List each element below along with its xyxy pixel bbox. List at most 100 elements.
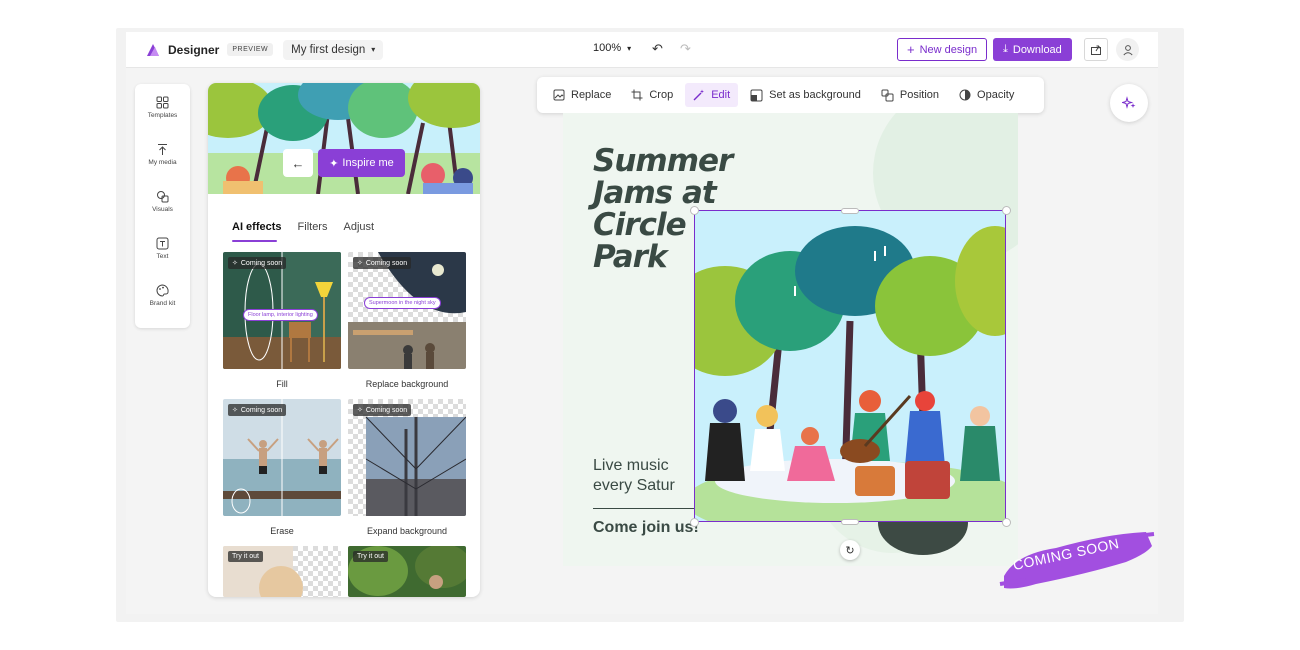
rail-label: Brand kit — [149, 300, 176, 307]
effect-thumbnail: ✧ Coming soon Supermoon in the night sky — [348, 252, 466, 369]
effect-card-replace-background[interactable]: ✧ Coming soon Supermoon in the night sky … — [348, 252, 466, 389]
rail-label: Text — [156, 253, 169, 260]
sparkle-icon: ✧ — [357, 260, 363, 267]
tool-label: Set as background — [769, 89, 861, 101]
coming-soon-badge: ✧ Coming soon — [353, 404, 412, 416]
sparkle-icon: ✦ — [329, 157, 339, 170]
inspire-me-button[interactable]: ✦ Inspire me — [318, 149, 405, 177]
rail-label: Templates — [147, 112, 178, 119]
hero-illustration — [208, 83, 480, 194]
tool-label: Crop — [649, 89, 674, 101]
preview-badge: PREVIEW — [227, 43, 274, 56]
sparkle-icon — [1122, 96, 1136, 109]
tool-label: Position — [899, 89, 940, 101]
redo-icon[interactable]: ↷ — [680, 41, 691, 57]
effect-caption: Fill — [276, 379, 288, 389]
rail-item-my-media[interactable]: My media — [135, 143, 190, 166]
resize-handle-bottom-left[interactable] — [690, 518, 699, 527]
zoom-dropdown[interactable]: 100% ▾ — [593, 42, 631, 54]
resize-handle-bottom[interactable] — [841, 519, 859, 525]
resize-handle-top[interactable] — [841, 208, 859, 214]
share-icon — [1091, 45, 1101, 55]
shapes-icon — [157, 191, 169, 203]
description-line: every Satur — [593, 477, 675, 494]
prompt-tip: Supermoon in the night sky — [364, 297, 441, 309]
arrow-left-icon: ← — [291, 155, 305, 171]
effect-card-erase[interactable]: ✧ Coming soon Erase — [223, 399, 341, 536]
designer-app: Designer PREVIEW My first design ▾ 100% … — [126, 32, 1158, 614]
coming-soon-badge: ✧ Coming soon — [228, 257, 287, 269]
badge-label: Coming soon — [365, 259, 408, 267]
resize-handle-top-right[interactable] — [1002, 206, 1011, 215]
prompt-tip: Floor lamp, interior lighting — [243, 309, 318, 321]
new-design-button[interactable]: + New design — [897, 38, 988, 61]
image-context-toolbar: Replace Crop Edit Set as background Posi… — [537, 77, 1044, 113]
badge-label: Coming soon — [240, 259, 283, 267]
rail-item-visuals[interactable]: Visuals — [135, 190, 190, 213]
ai-effects-panel: ← ✦ Inspire me AI effects Filters Adjust — [208, 83, 480, 597]
share-button[interactable] — [1084, 38, 1108, 61]
try-it-out-badge: Try it out — [228, 551, 263, 562]
rail-item-text[interactable]: Text — [135, 237, 190, 260]
opacity-icon — [959, 89, 971, 101]
coming-soon-stamp: COMING SOON — [996, 524, 1156, 594]
account-button[interactable] — [1116, 38, 1139, 61]
crop-tool[interactable]: Crop — [623, 83, 681, 107]
tool-label: Replace — [571, 89, 612, 101]
magic-wand-icon — [693, 89, 705, 101]
effect-card-try-2[interactable]: Try it out — [348, 546, 466, 597]
effect-thumbnail: ✧ Coming soon Floor lamp, interior lighti… — [223, 252, 341, 369]
rail-item-templates[interactable]: Templates — [135, 96, 190, 119]
tab-ai-effects[interactable]: AI effects — [232, 221, 282, 233]
download-label: Download — [1012, 43, 1062, 56]
templates-icon — [156, 96, 169, 109]
download-button[interactable]: ⤓ Download — [993, 38, 1072, 61]
undo-icon[interactable]: ↶ — [652, 41, 663, 57]
effect-caption: Expand background — [366, 526, 448, 536]
badge-label: Try it out — [357, 553, 384, 560]
headline-line: Summer — [593, 143, 733, 179]
rail-label: My media — [148, 159, 177, 166]
selected-image-picnic[interactable] — [694, 210, 1006, 522]
sparkle-icon: ✧ — [357, 407, 363, 414]
position-tool[interactable]: Position — [873, 83, 947, 107]
call-to-action[interactable]: Come join us! — [593, 519, 699, 537]
text-icon — [156, 237, 169, 250]
effect-caption: Replace background — [365, 379, 449, 389]
effect-card-try-1[interactable]: Try it out — [223, 546, 341, 597]
download-icon: ⤓ — [1003, 43, 1008, 55]
effect-thumbnail: Try it out — [223, 546, 341, 597]
tool-label: Edit — [711, 89, 731, 101]
headline-line: Jams at — [593, 175, 717, 211]
sparkle-icon: ✧ — [232, 407, 238, 414]
rotate-handle[interactable]: ↻ — [840, 540, 860, 560]
position-icon — [881, 89, 894, 101]
opacity-tool[interactable]: Opacity — [951, 83, 1022, 107]
rail-label: Visuals — [152, 206, 173, 213]
background-icon — [750, 89, 763, 101]
designer-assistant-button[interactable] — [1110, 84, 1148, 122]
effect-card-fill[interactable]: ✧ Coming soon Floor lamp, interior lighti… — [223, 252, 341, 389]
description-line: Live music — [593, 457, 669, 474]
effect-card-expand-background[interactable]: ✧ Coming soon Expand background — [348, 399, 466, 536]
rail-item-brand-kit[interactable]: Brand kit — [135, 284, 190, 307]
tool-label: Opacity — [977, 89, 1015, 101]
panel-tabs: AI effects Filters Adjust — [232, 221, 374, 233]
resize-handle-top-left[interactable] — [690, 206, 699, 215]
event-description[interactable]: Live music every Satur — [593, 456, 675, 496]
back-button[interactable]: ← — [283, 149, 313, 177]
set-as-background-tool[interactable]: Set as background — [742, 83, 869, 107]
effect-thumbnail: ✧ Coming soon — [223, 399, 341, 516]
tab-filters[interactable]: Filters — [298, 221, 328, 233]
chevron-down-icon: ▾ — [627, 43, 632, 53]
crop-icon — [631, 89, 643, 101]
rotate-icon: ↻ — [845, 544, 855, 557]
tab-adjust[interactable]: Adjust — [343, 221, 374, 233]
replace-tool[interactable]: Replace — [545, 83, 619, 107]
edit-tool[interactable]: Edit — [685, 83, 739, 107]
badge-label: Coming soon — [365, 406, 408, 414]
sparkle-icon: ✧ — [232, 260, 238, 267]
image-icon — [553, 89, 565, 101]
plus-icon: + — [907, 42, 915, 57]
design-name-dropdown[interactable]: My first design ▾ — [283, 39, 384, 60]
